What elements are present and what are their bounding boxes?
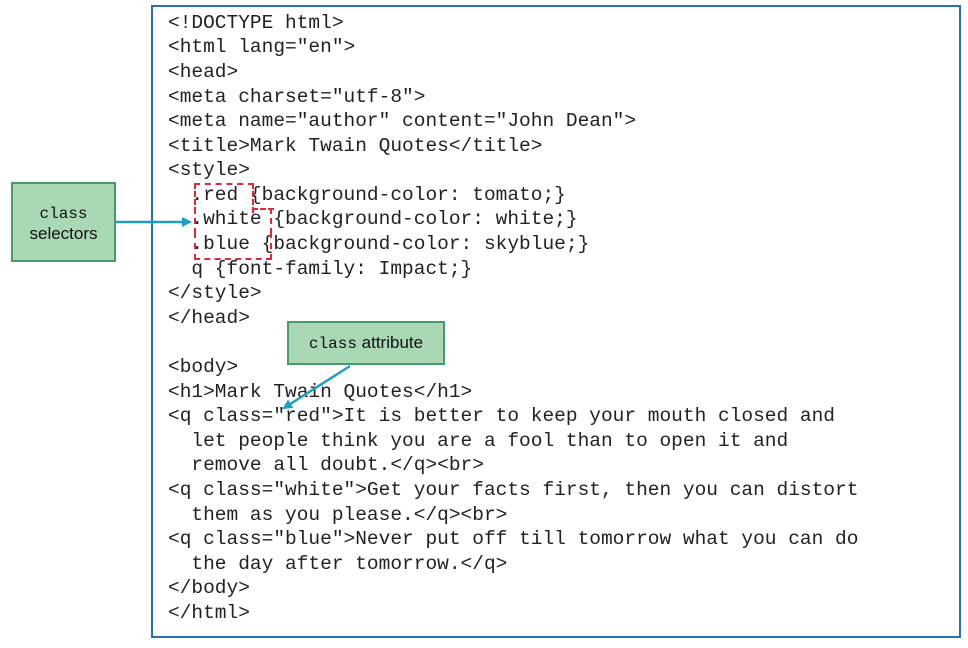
- code-line: the day after tomorrow.</q>: [168, 553, 508, 575]
- class-attribute-callout-label: attribute: [356, 333, 424, 352]
- code-line: </html>: [168, 602, 250, 624]
- class-attribute-callout-keyword: class: [308, 335, 357, 353]
- dashed-highlight-white-selector: [194, 208, 272, 234]
- code-line: <body>: [168, 356, 239, 378]
- code-line: <h1>Mark Twain Quotes</h1>: [168, 381, 473, 403]
- dashed-highlight-blue-selector: [194, 232, 272, 260]
- dashed-highlight-step: [252, 208, 274, 210]
- code-line: <head>: [168, 61, 239, 83]
- code-line: <title>Mark Twain Quotes</title>: [168, 135, 543, 157]
- code-line: q {font-family: Impact;}: [168, 258, 473, 280]
- class-attribute-callout: class attribute: [287, 321, 445, 365]
- code-line: <html lang="en">: [168, 36, 356, 58]
- code-line: <q class="blue">Never put off till tomor…: [168, 528, 859, 550]
- code-line: <q class="white">Get your facts first, t…: [168, 479, 859, 501]
- code-line: them as you please.</q><br>: [168, 504, 508, 526]
- class-selectors-callout-keyword: class: [39, 205, 88, 223]
- code-line: </head>: [168, 307, 250, 329]
- code-line: let people think you are a fool than to …: [168, 430, 789, 452]
- code-line: <q class="red">It is better to keep your…: [168, 405, 836, 427]
- code-line: <style>: [168, 159, 250, 181]
- code-line: </style>: [168, 282, 262, 304]
- code-line: <meta charset="utf-8">: [168, 86, 426, 108]
- code-line: <meta name="author" content="John Dean">: [168, 110, 637, 132]
- code-line: remove all doubt.</q><br>: [168, 454, 484, 476]
- code-line: </body>: [168, 577, 250, 599]
- class-selectors-callout-label: selectors: [29, 224, 98, 243]
- code-line: <!DOCTYPE html>: [168, 12, 344, 34]
- class-selectors-callout: class selectors: [11, 182, 116, 262]
